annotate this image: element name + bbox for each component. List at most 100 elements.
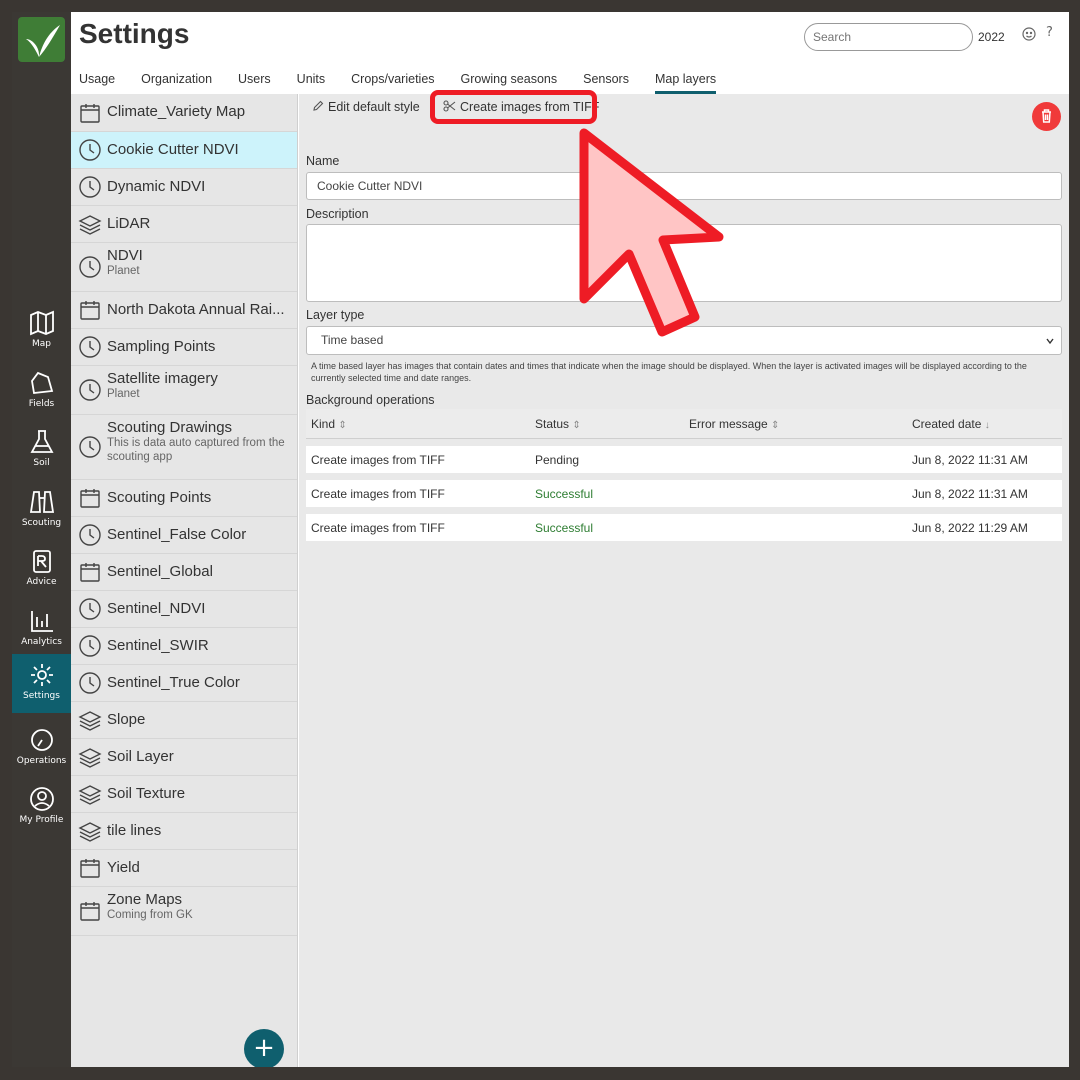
calendar-icon: [78, 298, 102, 322]
layer-item[interactable]: Dynamic NDVI: [71, 169, 297, 206]
layer-subtitle: Planet: [107, 265, 140, 277]
rail-label: Analytics: [21, 637, 62, 647]
layer-item[interactable]: Satellite imagery Planet: [71, 366, 297, 415]
pencil-icon: [313, 100, 324, 111]
cell-kind: Create images from TIFF: [306, 480, 530, 507]
layer-name: Slope: [107, 711, 146, 728]
name-input[interactable]: Cookie Cutter NDVI: [306, 172, 1062, 200]
layer-item[interactable]: Scouting Drawings This is data auto captu…: [71, 415, 297, 480]
layer-type-select[interactable]: Time based: [306, 326, 1062, 355]
layer-item[interactable]: Sentinel_NDVI: [71, 591, 297, 628]
layer-subtitle: This is data auto captured from the scou…: [107, 437, 285, 463]
layer-name: Sampling Points: [107, 338, 216, 355]
tab-growing-seasons[interactable]: Growing seasons: [461, 72, 558, 94]
layer-item[interactable]: Sentinel_SWIR: [71, 628, 297, 665]
table-row[interactable]: Create images from TIFF Successful Jun 8, …: [306, 480, 1062, 507]
calendar-icon: [78, 486, 102, 510]
layer-list: Climate_Variety Map Cookie Cutter NDVI Dyn…: [71, 94, 298, 1067]
layer-item[interactable]: Sentinel_True Color: [71, 665, 297, 702]
layer-name: Climate_Variety Map: [107, 103, 246, 120]
chart-icon: [30, 611, 53, 632]
scissors-icon: [443, 100, 456, 112]
flask-icon: [29, 430, 54, 453]
layer-name: Soil Layer: [107, 748, 174, 765]
layer-item[interactable]: Sentinel_False Color: [71, 517, 297, 554]
layer-name: Zone Maps: [107, 891, 183, 908]
tab-organization[interactable]: Organization: [141, 72, 212, 94]
layer-name: Soil Texture: [107, 785, 186, 802]
layer-name: Yield: [107, 859, 140, 876]
tab-bar: Usage Organization Users Units Crops/var…: [79, 72, 742, 94]
layer-item[interactable]: Climate_Variety Map: [71, 94, 297, 132]
tab-units[interactable]: Units: [297, 72, 325, 94]
rail-scouting[interactable]: Scouting: [12, 481, 71, 540]
layer-item[interactable]: North Dakota Annual Rai...: [71, 292, 297, 329]
tab-crops-varieties[interactable]: Crops/varieties: [351, 72, 434, 94]
create-images-label: Create images from TIFF: [460, 100, 600, 114]
layers-icon: [78, 708, 102, 732]
layer-item[interactable]: LiDAR: [71, 206, 297, 243]
sort-descending-icon: ↓: [984, 419, 990, 431]
layer-item[interactable]: Sampling Points: [71, 329, 297, 366]
column-error-message[interactable]: Error message ⇕: [684, 409, 907, 439]
cell-status: Successful: [530, 480, 684, 507]
rail-operations[interactable]: Operations: [12, 719, 71, 778]
map-icon: [29, 310, 54, 336]
logo[interactable]: [18, 17, 65, 62]
clock-icon: [78, 523, 102, 547]
layer-name: Sentinel_False Color: [107, 526, 247, 543]
layer-item[interactable]: Yield: [71, 850, 297, 887]
layer-item[interactable]: Zone Maps Coming from GK: [71, 887, 297, 936]
clock-icon: [78, 175, 102, 199]
search-input[interactable]: [804, 23, 973, 51]
tab-usage[interactable]: Usage: [79, 72, 115, 94]
layer-name: Sentinel_SWIR: [107, 637, 209, 654]
layer-item[interactable]: Soil Texture: [71, 776, 297, 813]
rail-advice[interactable]: Advice: [12, 540, 71, 599]
rail-profile[interactable]: My Profile: [12, 778, 71, 837]
layer-item[interactable]: Sentinel_Global: [71, 554, 297, 591]
edit-default-style-label: Edit default style: [328, 100, 420, 114]
rail-analytics[interactable]: Analytics: [12, 600, 71, 659]
clock-icon: [78, 435, 102, 459]
cell-created: Jun 8, 2022 11:31 AM: [907, 446, 1062, 473]
column-created-date[interactable]: Created date ↓: [907, 409, 1062, 439]
layer-item[interactable]: Cookie Cutter NDVI: [71, 132, 297, 169]
cell-status: Successful: [530, 514, 684, 541]
tab-users[interactable]: Users: [238, 72, 271, 94]
tab-map-layers[interactable]: Map layers: [654, 72, 717, 94]
tab-sensors[interactable]: Sensors: [583, 72, 629, 94]
clock-icon: [78, 634, 102, 658]
layer-item[interactable]: Slope: [71, 702, 297, 739]
rail-label: My Profile: [19, 815, 64, 825]
smiley-icon[interactable]: [1021, 26, 1037, 42]
layer-item[interactable]: Scouting Points: [71, 480, 297, 517]
column-kind[interactable]: Kind ⇕: [306, 409, 530, 439]
layer-item[interactable]: Soil Layer: [71, 739, 297, 776]
rail-settings[interactable]: Settings: [12, 654, 71, 713]
add-layer-button[interactable]: +: [244, 1029, 284, 1067]
layers-icon: [78, 782, 102, 806]
prescription-icon: [32, 550, 51, 573]
create-images-from-tiff-button[interactable]: Create images from TIFF: [443, 100, 599, 114]
description-textarea[interactable]: [306, 224, 1062, 302]
column-status[interactable]: Status ⇕: [530, 409, 684, 439]
layer-item[interactable]: NDVI Planet: [71, 243, 297, 292]
layer-subtitle: Coming from GK: [107, 909, 193, 921]
operations-table: Kind ⇕ Status ⇕ Error message ⇕ Created …: [306, 402, 1062, 548]
rail-map[interactable]: Map: [12, 302, 71, 361]
year-selector[interactable]: 2022: [978, 30, 1005, 44]
rail-soil[interactable]: Soil: [12, 421, 71, 480]
user-icon: [29, 787, 54, 811]
table-row[interactable]: Create images from TIFF Successful Jun 8, …: [306, 514, 1062, 541]
rail-fields[interactable]: Fields: [12, 362, 71, 421]
rail-label: Operations: [16, 756, 67, 766]
edit-default-style-button[interactable]: Edit default style: [312, 100, 420, 114]
delete-layer-button[interactable]: [1032, 102, 1061, 131]
table-row[interactable]: Create images from TIFF Pending Jun 8, 202…: [306, 446, 1062, 473]
help-icon[interactable]: ?: [1046, 25, 1062, 41]
sort-icon: ⇕: [572, 419, 581, 431]
layer-subtitle: Planet: [107, 388, 140, 400]
layer-item[interactable]: tile lines: [71, 813, 297, 850]
layer-name: NDVI: [107, 247, 143, 264]
